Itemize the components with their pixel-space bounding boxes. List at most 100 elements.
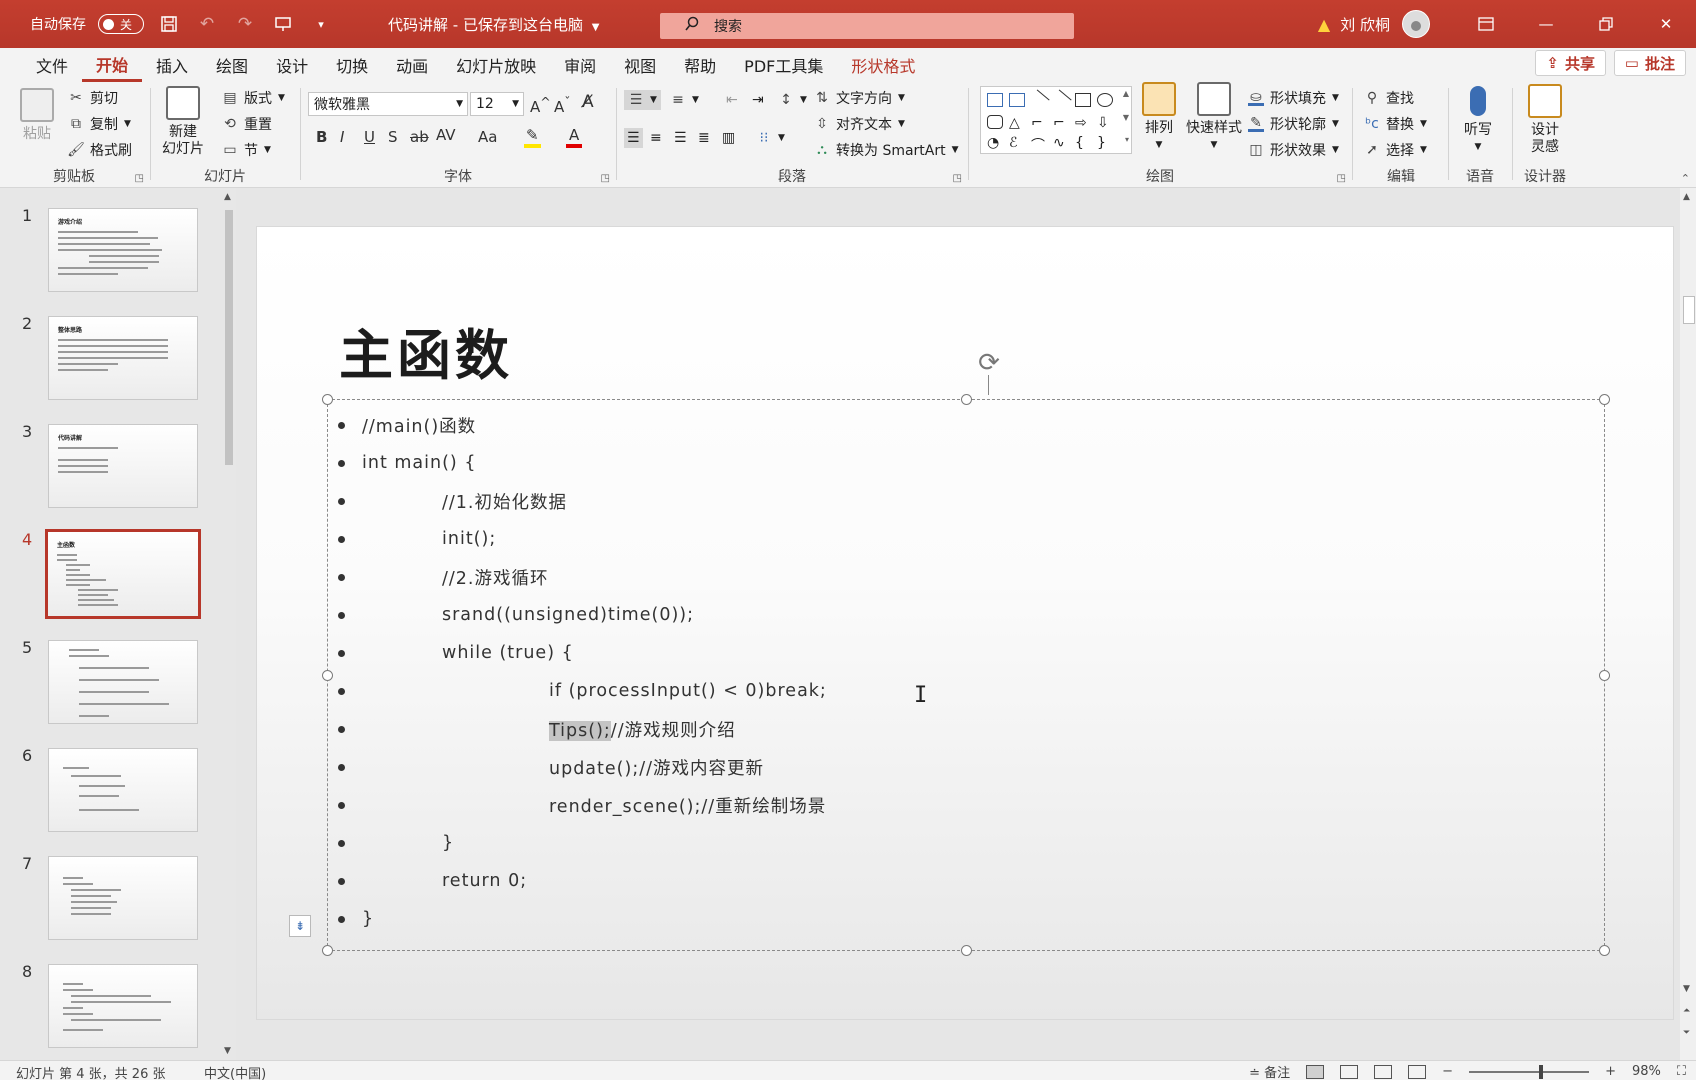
paste-button[interactable]: 粘贴 <box>20 88 54 143</box>
customize-toolbar-icon[interactable]: ▾ <box>308 11 334 37</box>
down-arrow-shape-icon[interactable]: ⇩ <box>1097 115 1113 131</box>
resize-handle[interactable] <box>322 670 333 681</box>
resize-handle[interactable] <box>322 394 333 405</box>
resize-handle[interactable] <box>1599 670 1610 681</box>
resize-handle[interactable] <box>1599 945 1610 956</box>
text-box-shape-icon[interactable] <box>987 93 1003 107</box>
decrease-font-size-icon[interactable]: Aˇ <box>554 94 571 116</box>
align-text-button[interactable]: ⇳ 对齐文本 ▼ <box>814 114 905 134</box>
design-ideas-button[interactable]: 设计 灵感 <box>1528 84 1562 156</box>
font-name-field[interactable]: 微软雅黑 ▼ <box>308 92 468 116</box>
document-title[interactable]: 代码讲解 - 已保存到这台电脑 ▼ <box>388 14 599 35</box>
next-slide-icon[interactable]: ⏷ <box>1683 1028 1690 1038</box>
freeform-shape-icon[interactable]: ◔ <box>987 135 1003 151</box>
increase-indent-icon[interactable]: ⇥ <box>752 92 764 108</box>
close-icon[interactable]: ✕ <box>1636 0 1696 48</box>
slide-thumbnail[interactable]: 5 <box>0 638 210 730</box>
comments-button[interactable]: ▭ 批注 <box>1613 50 1686 76</box>
thumbnail-scrollbar[interactable]: ▲ ▼ <box>222 188 236 1060</box>
resize-handle[interactable] <box>961 394 972 405</box>
font-size-field[interactable]: 12 ▼ <box>470 92 524 116</box>
character-spacing-button[interactable]: AV <box>436 126 456 144</box>
align-center-icon[interactable]: ≡ <box>650 130 662 146</box>
columns-icon[interactable]: ▥ <box>722 130 735 146</box>
reading-view-icon[interactable] <box>1374 1064 1393 1079</box>
tab-transitions[interactable]: 切换 <box>322 48 382 82</box>
text-direction-button[interactable]: ⇅ 文字方向 ▼ <box>814 88 905 108</box>
zoom-in-icon[interactable]: + <box>1605 1064 1616 1079</box>
tab-home[interactable]: 开始 <box>82 48 143 82</box>
fit-to-window-icon[interactable]: ⛶ <box>1677 1064 1686 1079</box>
copy-button[interactable]: ⧉ 复制 ▼ <box>68 114 131 134</box>
reset-button[interactable]: ⟲ 重置 <box>222 114 272 134</box>
scroll-down-icon[interactable]: ▼ <box>224 1046 231 1056</box>
zoom-out-icon[interactable]: − <box>1442 1064 1453 1079</box>
zoom-slider[interactable] <box>1469 1064 1590 1079</box>
select-button[interactable]: ➚ 选择 ▼ <box>1364 140 1427 160</box>
slide-thumbnail[interactable]: 7 <box>0 854 210 946</box>
user-name[interactable]: 刘 欣桐 <box>1340 14 1390 35</box>
save-icon[interactable] <box>156 11 182 37</box>
tab-design[interactable]: 设计 <box>262 48 322 82</box>
autofit-options-icon[interactable]: ⇟ <box>289 915 311 937</box>
curve-shape-icon[interactable]: ∿ <box>1053 135 1069 151</box>
scroll-up-icon[interactable]: ▲ <box>1683 192 1690 202</box>
arc-shape-icon[interactable]: ⌒ <box>1031 135 1047 154</box>
slideshow-view-icon[interactable] <box>1408 1064 1427 1079</box>
format-painter-button[interactable]: 🖌 格式刷 <box>67 140 132 160</box>
slide-thumbnail-active[interactable]: 4 主函数 <box>0 529 210 622</box>
bold-button[interactable]: B <box>316 128 327 146</box>
warning-icon[interactable]: ▲ <box>1318 15 1330 34</box>
slide-thumbnail[interactable]: 3 代码讲解 <box>0 422 210 514</box>
dialog-launcher-icon[interactable]: ◳ <box>1337 173 1346 184</box>
rectangle-shape-icon[interactable] <box>1075 93 1091 107</box>
ribbon-display-options-icon[interactable] <box>1456 0 1516 48</box>
scrollbar-thumb[interactable] <box>225 210 233 465</box>
line-shape-icon[interactable] <box>1028 89 1050 111</box>
slide-thumbnail[interactable]: 8 <box>0 962 210 1054</box>
line-spacing-button[interactable]: ↕ ▼ <box>778 92 807 108</box>
convert-smartart-button[interactable]: ⛬ 转换为 SmartArt ▼ <box>814 140 958 160</box>
content-text-box[interactable]: //main()函数 int main() { //1.初始化数据 init()… <box>322 394 1610 956</box>
tab-file[interactable]: 文件 <box>22 48 82 82</box>
collapse-ribbon-icon[interactable]: ⌃ <box>1681 172 1690 185</box>
slide-title[interactable]: 主函数 <box>339 311 513 390</box>
slide-thumbnail[interactable]: 6 <box>0 746 210 838</box>
scroll-down-icon[interactable]: ▼ <box>1683 984 1690 994</box>
tab-shape-format[interactable]: 形状格式 <box>837 48 929 82</box>
underline-button[interactable]: U <box>364 128 375 146</box>
numbering-button[interactable]: ≡ ▼ <box>670 92 699 108</box>
replace-button[interactable]: ᵇc 替换 ▼ <box>1364 114 1427 134</box>
tab-draw[interactable]: 绘图 <box>202 48 262 82</box>
notes-button[interactable]: ≐ 备注 <box>1249 1062 1290 1080</box>
tab-review[interactable]: 审阅 <box>550 48 610 82</box>
tab-help[interactable]: 帮助 <box>670 48 730 82</box>
slide[interactable]: 主函数 ⟳ //main()函数 int main() { //1.初始化数据 … <box>256 226 1674 1020</box>
shapes-gallery[interactable]: △ ⌐ ⌐ ⇨ ⇩ ◔ ℰ ⌒ ∿ { } ▲ ▼ ▾ <box>980 86 1132 154</box>
oval-shape-icon[interactable] <box>1097 93 1113 107</box>
font-color-button[interactable]: A <box>566 126 583 148</box>
slide-thumbnail[interactable]: 1 游戏介绍 <box>0 206 210 298</box>
elbow-arrow-shape-icon[interactable]: ⌐ <box>1053 115 1069 131</box>
share-button[interactable]: ⇪ 共享 <box>1535 50 1606 76</box>
tab-insert[interactable]: 插入 <box>142 48 202 82</box>
gallery-scroll-up-icon[interactable]: ▲ <box>1123 89 1129 98</box>
arrange-button[interactable]: 排列 ▼ <box>1142 82 1176 154</box>
change-case-button[interactable]: Aa <box>478 128 497 146</box>
shape-effects-button[interactable]: ◫ 形状效果 ▼ <box>1248 140 1339 160</box>
triangle-shape-icon[interactable]: △ <box>1009 115 1025 131</box>
columns-button[interactable]: ⁝⁝ ▼ <box>756 130 785 146</box>
avatar[interactable] <box>1402 10 1430 38</box>
highlight-color-button[interactable]: ✎ <box>524 126 541 148</box>
gallery-scroll-down-icon[interactable]: ▼ <box>1123 113 1129 122</box>
gallery-more-icon[interactable]: ▾ <box>1125 135 1129 144</box>
dictate-button[interactable]: 听写 ▼ <box>1464 84 1492 156</box>
scrollbar-thumb[interactable] <box>1683 296 1695 324</box>
zoom-level[interactable]: 98% <box>1632 1064 1661 1079</box>
italic-button[interactable]: I <box>340 128 344 146</box>
undo-icon[interactable]: ↶ <box>194 11 220 37</box>
scroll-up-icon[interactable]: ▲ <box>224 192 231 202</box>
rounded-rect-shape-icon[interactable] <box>987 115 1003 129</box>
right-arrow-shape-icon[interactable]: ⇨ <box>1075 115 1091 131</box>
slide-sorter-view-icon[interactable] <box>1340 1064 1359 1079</box>
